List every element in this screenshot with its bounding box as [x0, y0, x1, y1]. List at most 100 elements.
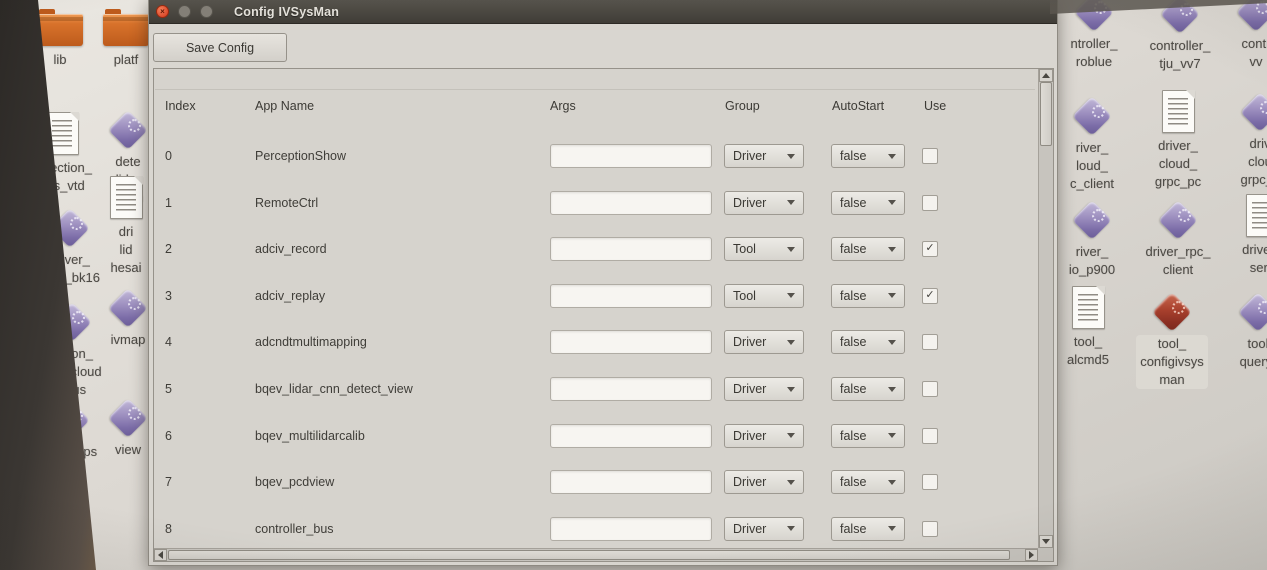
icon-label-line: man — [1140, 371, 1204, 389]
chevron-down-icon — [888, 154, 896, 159]
desktop-icon-river-loud-c-client[interactable]: river_loud_c_client — [1052, 92, 1132, 193]
table-row: 8controller_busDriverfalse — [154, 517, 1038, 543]
autostart-dropdown[interactable]: false — [831, 517, 905, 541]
scroll-right-button[interactable] — [1025, 549, 1038, 561]
chevron-down-icon — [888, 293, 896, 298]
autostart-dropdown[interactable]: false — [831, 470, 905, 494]
desktop-icon-driv-clou-grpc-s[interactable]: drivclougrpc_s — [1220, 88, 1267, 189]
group-dropdown[interactable]: Driver — [724, 144, 804, 168]
args-input[interactable] — [550, 144, 712, 168]
autostart-value: false — [840, 335, 866, 349]
chevron-down-icon — [787, 293, 795, 298]
autostart-dropdown[interactable]: false — [831, 144, 905, 168]
icon-wrap — [1048, 286, 1128, 330]
desktop-icon-tool-configivsysman[interactable]: tool_configivsysman — [1132, 288, 1212, 389]
window-titlebar[interactable]: Config IVSysMan — [149, 0, 1057, 24]
desktop-screen: libplatfdetection_gps_vtddetelidarsegmdr… — [0, 0, 1267, 570]
args-input[interactable] — [550, 191, 712, 215]
close-icon[interactable] — [156, 5, 169, 18]
group-dropdown[interactable]: Driver — [724, 377, 804, 401]
app-diamond-icon — [1240, 92, 1267, 132]
maximize-icon[interactable] — [200, 5, 213, 18]
use-checkbox[interactable] — [922, 381, 938, 397]
use-checkbox[interactable] — [922, 334, 938, 350]
row-app-name: adciv_record — [255, 242, 327, 256]
vertical-scrollbar[interactable] — [1038, 69, 1053, 548]
group-value: Tool — [733, 242, 756, 256]
use-checkbox[interactable] — [922, 428, 938, 444]
desktop-icon-tool-queryr[interactable]: toolqueryr — [1218, 288, 1267, 371]
icon-wrap — [1138, 196, 1218, 240]
icon-label-line: cloud_ — [1138, 155, 1218, 173]
desktop-icon-driver-cloud-grpc-pc[interactable]: driver_cloud_grpc_pc — [1138, 90, 1218, 191]
scroll-left-button[interactable] — [154, 549, 167, 561]
document-icon — [1072, 286, 1105, 329]
group-dropdown[interactable]: Driver — [724, 517, 804, 541]
autostart-dropdown[interactable]: false — [831, 377, 905, 401]
column-header-args: Args — [550, 99, 576, 113]
app-diamond-icon — [1236, 0, 1267, 32]
group-dropdown[interactable]: Tool — [724, 284, 804, 308]
group-dropdown[interactable]: Tool — [724, 237, 804, 261]
autostart-value: false — [840, 522, 866, 536]
autostart-dropdown[interactable]: false — [831, 330, 905, 354]
chevron-down-icon — [787, 526, 795, 531]
icon-label: tool_configivsysman — [1136, 335, 1208, 389]
minimize-icon[interactable] — [178, 5, 191, 18]
horizontal-scrollbar[interactable] — [154, 548, 1038, 561]
args-input[interactable] — [550, 470, 712, 494]
desktop-icon-tool-alcmd5[interactable]: tool_alcmd5 — [1048, 286, 1128, 369]
use-checkbox[interactable]: ✓ — [922, 288, 938, 304]
save-config-button[interactable]: Save Config — [153, 33, 287, 62]
autostart-dropdown[interactable]: false — [831, 424, 905, 448]
scroll-down-button[interactable] — [1039, 535, 1053, 548]
desktop-icon-contr-vv[interactable]: contrvv — [1216, 0, 1267, 71]
args-input[interactable] — [550, 517, 712, 541]
use-checkbox[interactable] — [922, 148, 938, 164]
args-input[interactable] — [550, 237, 712, 261]
args-input[interactable] — [550, 330, 712, 354]
group-dropdown[interactable]: Driver — [724, 470, 804, 494]
desktop-icon-river-io-p900[interactable]: river_io_p900 — [1052, 196, 1132, 279]
autostart-value: false — [840, 382, 866, 396]
desktop-icon-driver-rpc-client[interactable]: driver_rpc_client — [1138, 196, 1218, 279]
icon-label: driver_serv — [1222, 241, 1267, 277]
desktop-icon-controller-tju-vv7[interactable]: controller_tju_vv7 — [1140, 0, 1220, 73]
chevron-down-icon — [888, 480, 896, 485]
arrow-right-icon — [1029, 551, 1034, 559]
use-checkbox[interactable] — [922, 521, 938, 537]
row-index: 1 — [165, 196, 172, 210]
args-input[interactable] — [550, 284, 712, 308]
icon-label: toolqueryr — [1218, 335, 1267, 371]
desktop-icon-driver-serv[interactable]: driver_serv — [1222, 194, 1267, 277]
group-value: Driver — [733, 335, 766, 349]
args-input[interactable] — [550, 377, 712, 401]
args-input[interactable] — [550, 424, 712, 448]
icon-label-line: contr — [1216, 35, 1267, 53]
app-diamond-icon — [1158, 200, 1198, 240]
icon-label-line: ntroller_ — [1054, 35, 1134, 53]
use-checkbox[interactable] — [922, 474, 938, 490]
vertical-scroll-thumb[interactable] — [1040, 82, 1052, 146]
use-checkbox[interactable] — [922, 195, 938, 211]
horizontal-scroll-thumb[interactable] — [168, 550, 1010, 560]
folder-icon — [103, 14, 149, 46]
icon-label-line: grpc_s — [1220, 171, 1267, 189]
row-app-name: PerceptionShow — [255, 149, 346, 163]
icon-label-line: tju_vv7 — [1140, 55, 1220, 73]
icon-label-line: vv — [1216, 53, 1267, 71]
autostart-dropdown[interactable]: false — [831, 237, 905, 261]
group-dropdown[interactable]: Driver — [724, 191, 804, 215]
group-dropdown[interactable]: Driver — [724, 330, 804, 354]
autostart-dropdown[interactable]: false — [831, 191, 905, 215]
chevron-down-icon — [787, 340, 795, 345]
autostart-dropdown[interactable]: false — [831, 284, 905, 308]
use-checkbox[interactable]: ✓ — [922, 241, 938, 257]
scroll-up-button[interactable] — [1039, 69, 1053, 82]
app-diamond-icon — [1238, 292, 1267, 332]
group-dropdown[interactable]: Driver — [724, 424, 804, 448]
row-app-name: adcndtmultimapping — [255, 335, 367, 349]
icon-wrap — [1052, 196, 1132, 240]
icon-label-line: driver_ — [1138, 137, 1218, 155]
table-row: 6bqev_multilidarcalibDriverfalse — [154, 424, 1038, 450]
